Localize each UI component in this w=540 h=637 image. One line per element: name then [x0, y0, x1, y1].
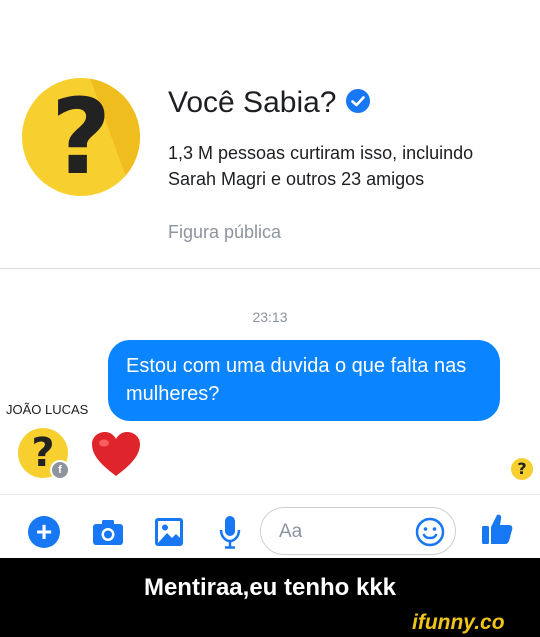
- message-input[interactable]: Aa: [260, 507, 456, 555]
- page-name: Você Sabia?: [168, 86, 337, 119]
- sender-avatar[interactable]: ? f: [18, 428, 70, 480]
- emoji-icon[interactable]: [415, 517, 445, 552]
- seen-indicator: ?: [511, 458, 533, 480]
- like-thumbs-up-icon[interactable]: [480, 512, 514, 551]
- page-title[interactable]: Você Sabia?: [168, 86, 371, 120]
- page-category: Figura pública: [168, 222, 282, 242]
- meme-caption: Mentiraa,eu tenho kkk: [143, 574, 397, 601]
- heart-reply-icon[interactable]: [90, 430, 142, 483]
- page-avatar[interactable]: ?: [22, 78, 140, 196]
- message-timestamp: 23:13: [252, 309, 288, 325]
- likes-summary: 1,3 M pessoas curtiram isso, incluindo S…: [168, 143, 474, 189]
- microphone-icon[interactable]: [218, 514, 242, 555]
- sent-message-bubble[interactable]: Estou com uma duvida o que falta nas mul…: [108, 340, 500, 421]
- camera-icon[interactable]: [92, 518, 124, 551]
- composer-divider: [0, 494, 540, 495]
- more-actions-button[interactable]: +: [28, 516, 60, 548]
- sender-name: JOÃO LUCAS: [6, 402, 89, 417]
- message-placeholder: Aa: [279, 521, 303, 542]
- gallery-icon[interactable]: [154, 517, 184, 552]
- messenger-badge-icon: f: [50, 460, 70, 480]
- watermark: ifunny.co: [412, 611, 505, 634]
- verified-badge-icon: [346, 89, 371, 114]
- question-mark-icon: ?: [50, 78, 112, 196]
- header-divider: [0, 268, 540, 269]
